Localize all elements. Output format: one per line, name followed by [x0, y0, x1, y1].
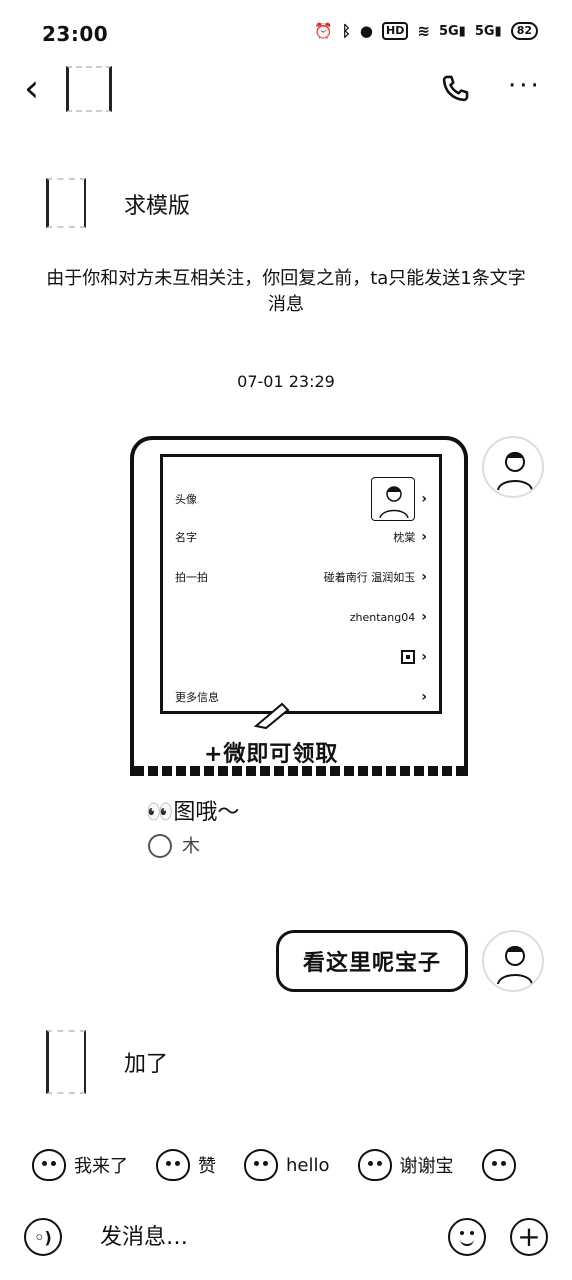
quick-reply-bar: 我来了 赞 hello 谢谢宝 — [0, 1138, 572, 1192]
message-text: 👀图哦～ — [146, 800, 240, 825]
quick-reply-item[interactable]: 我来了 — [32, 1149, 128, 1181]
sticker-icon — [32, 1149, 66, 1181]
bluetooth-icon: ᛒ — [341, 22, 351, 40]
profile-row-name: 名字 枕棠 › — [175, 529, 427, 545]
plus-icon: + — [517, 1220, 541, 1253]
message-text: 求模版 — [124, 194, 191, 219]
quick-reply-item[interactable]: hello — [244, 1149, 330, 1181]
phone-icon[interactable] — [438, 72, 472, 110]
smile-icon — [460, 1238, 474, 1246]
profile-screenshot: 头像 › 名字 枕棠 › 拍一拍 碰着南行 温润如玉 › zhentang04 › ›… — [160, 454, 442, 714]
qr-code-icon — [401, 650, 416, 664]
back-button[interactable]: ‹ — [24, 69, 54, 110]
alarm-icon: ⏰ — [314, 22, 333, 40]
chevron-right-icon: › — [421, 491, 427, 507]
battery-icon: 82 — [510, 22, 538, 40]
emoji-button[interactable] — [448, 1218, 486, 1256]
profile-row-pat: 拍一拍 碰着南行 温润如玉 › — [175, 569, 427, 585]
sent-message-bubble[interactable]: 看这里呢宝子 — [276, 930, 468, 992]
chevron-right-icon: › — [421, 569, 427, 585]
image-message[interactable]: 头像 › 名字 枕棠 › 拍一拍 碰着南行 温润如玉 › zhentang04 › ›… — [130, 436, 468, 776]
status-bar: 23:00 ⏰ ᛒ ● HD ≋ 5G▮ 5G▮ 82 — [0, 0, 572, 68]
sound-wave-icon: ◦) — [34, 1227, 52, 1247]
sticker-icon — [357, 1149, 392, 1181]
image-caption-strip — [134, 766, 464, 776]
quick-reply-item[interactable]: 谢谢宝 — [357, 1149, 454, 1181]
sticker-icon — [156, 1149, 190, 1181]
profile-row-id: zhentang04 › — [349, 609, 427, 625]
message-text: 加了 — [124, 1052, 169, 1077]
more-icon[interactable]: ··· — [508, 72, 542, 100]
sticker-icon — [244, 1149, 278, 1181]
chevron-right-icon: › — [421, 649, 427, 665]
reference-avatar-icon — [148, 834, 172, 858]
status-time: 23:00 — [42, 22, 109, 46]
image-caption: +微即可领取 — [204, 742, 339, 767]
quick-reply-item[interactable] — [481, 1149, 516, 1181]
chevron-right-icon: › — [421, 609, 427, 625]
profile-row-label: 头像 — [175, 493, 197, 506]
sender-avatar[interactable] — [46, 1030, 86, 1094]
plus-button[interactable]: + — [510, 1218, 548, 1256]
contact-avatar[interactable] — [66, 66, 112, 112]
profile-avatar — [371, 477, 416, 521]
speech-pointer-icon — [253, 702, 290, 730]
my-avatar[interactable] — [482, 436, 544, 498]
sender-avatar[interactable] — [46, 178, 86, 228]
message-input[interactable] — [100, 1218, 420, 1256]
signal-2-icon: 5G▮ — [474, 23, 502, 39]
status-icons: ⏰ ᛒ ● HD ≋ 5G▮ 5G▮ 82 — [314, 22, 538, 40]
system-notice: 由于你和对方未互相关注，你回复之前，ta只能发送1条文字消息 — [46, 268, 526, 315]
voice-button[interactable]: ◦) — [24, 1218, 62, 1256]
chevron-right-icon: › — [421, 689, 427, 705]
quick-reply-item[interactable]: 赞 — [156, 1149, 216, 1181]
reference-text: 木 — [182, 836, 200, 857]
profile-row-avatar: 头像 › — [175, 477, 427, 521]
hd-badge: HD — [382, 22, 409, 40]
input-bar: ◦) + — [0, 1208, 572, 1270]
location-icon: ● — [359, 22, 374, 40]
sticker-icon — [481, 1149, 516, 1181]
signal-1-icon: 5G▮ — [438, 23, 466, 39]
chevron-right-icon: › — [421, 529, 427, 545]
profile-row-more: 更多信息 › — [175, 689, 427, 705]
message-timestamp: 07-01 23:29 — [237, 372, 335, 391]
person-illustration-icon — [497, 452, 533, 491]
my-avatar[interactable] — [482, 930, 544, 992]
message-text: 看这里呢宝子 — [302, 951, 441, 976]
profile-row-qr: › — [175, 649, 427, 665]
person-illustration-icon — [497, 946, 533, 985]
wifi-icon: ≋ — [417, 22, 430, 40]
